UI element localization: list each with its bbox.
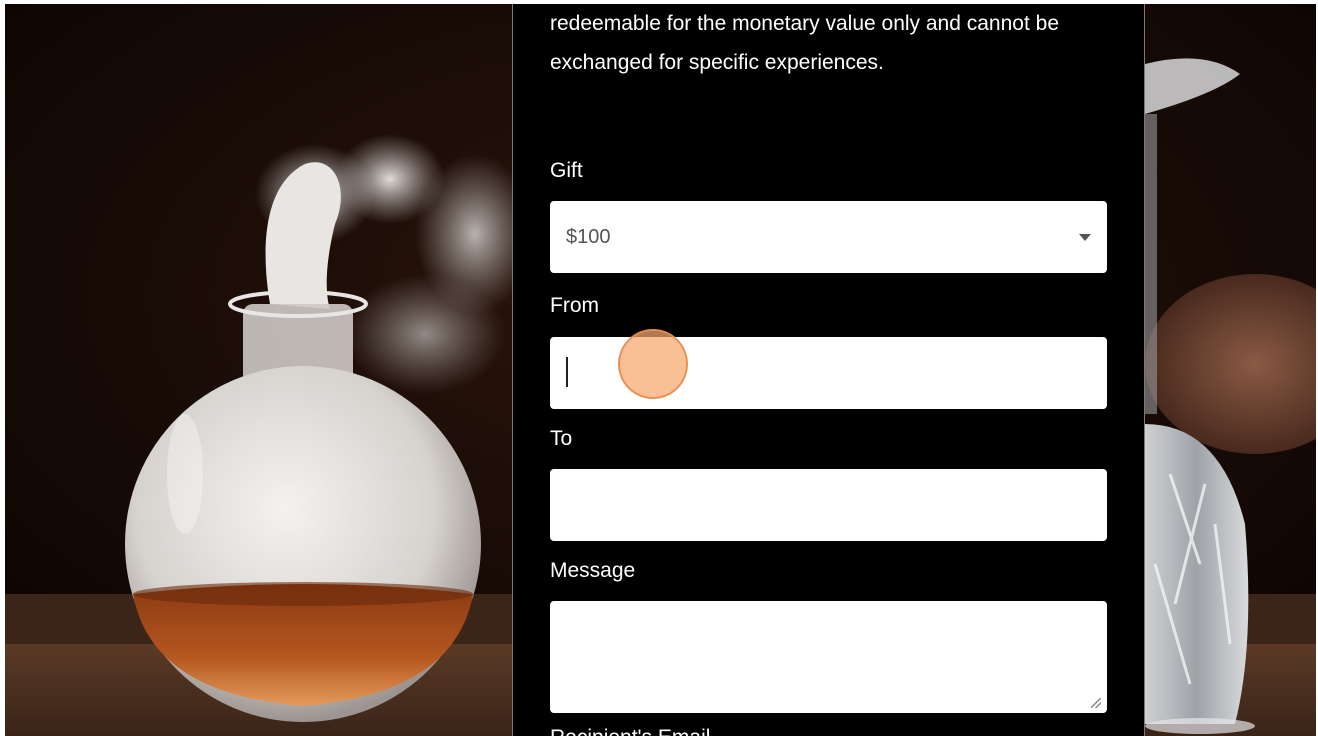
gift-amount-select[interactable]: $100 bbox=[550, 201, 1107, 273]
to-input[interactable] bbox=[550, 469, 1107, 541]
gift-amount-value: $100 bbox=[566, 225, 611, 248]
from-input[interactable] bbox=[550, 337, 1107, 409]
text-cursor bbox=[566, 357, 568, 387]
to-label: To bbox=[550, 427, 573, 450]
resize-handle-icon[interactable] bbox=[1091, 698, 1101, 708]
from-label: From bbox=[550, 294, 599, 317]
gift-card-form-panel: redeemable for the monetary value only a… bbox=[512, 4, 1145, 736]
message-label: Message bbox=[550, 559, 636, 582]
chevron-down-icon bbox=[1079, 233, 1091, 241]
gift-label: Gift bbox=[550, 159, 583, 182]
message-textarea[interactable] bbox=[550, 601, 1107, 713]
page-stage: redeemable for the monetary value only a… bbox=[5, 4, 1316, 736]
gift-card-terms-text: redeemable for the monetary value only a… bbox=[550, 12, 1059, 74]
recipient-email-label: Recipient's Email bbox=[550, 726, 710, 736]
